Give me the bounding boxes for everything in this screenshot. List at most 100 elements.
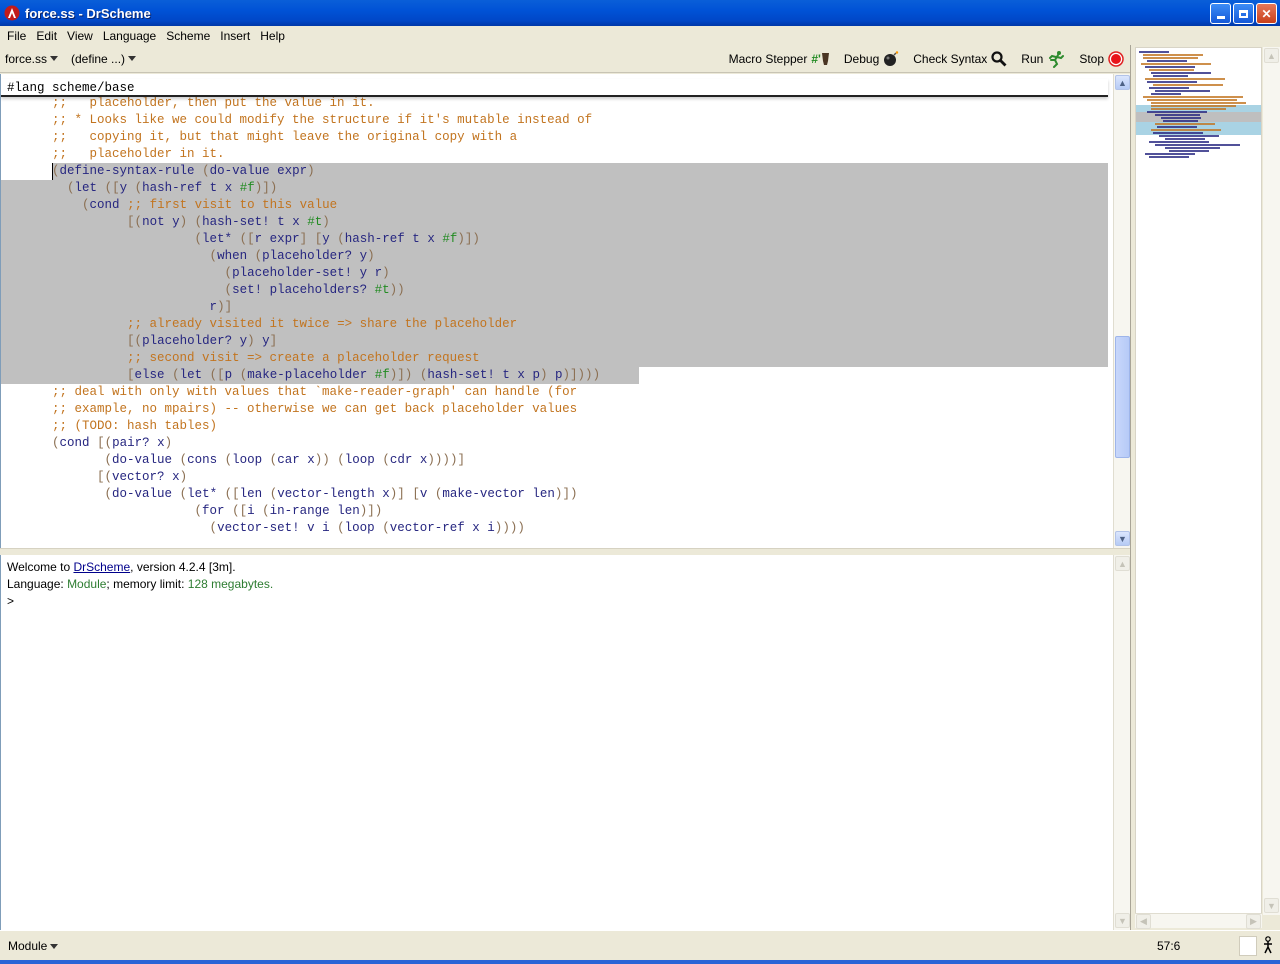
code-line[interactable]: ;; placeholder in it. [1,146,1108,163]
menu-file[interactable]: File [2,29,31,43]
file-dropdown-label: force.ss [5,51,48,66]
menu-language[interactable]: Language [98,29,161,43]
minimap-line [1151,102,1246,104]
define-dropdown-label: (define ...) [71,51,126,66]
define-dropdown[interactable]: (define ...) [66,52,144,66]
repl-vertical-scrollbar[interactable]: ▲ ▼ [1113,555,1130,930]
macro-stepper-label: Macro Stepper [728,52,808,66]
minimap-scroll-down-button[interactable]: ▼ [1264,898,1279,913]
code-line[interactable]: ;; * Looks like we could modify the stru… [1,112,1108,129]
restore-icon [1239,9,1248,18]
file-dropdown[interactable]: force.ss [0,52,66,66]
running-status-icon [1264,936,1272,954]
interactions-pane[interactable]: Welcome to DrScheme, version 4.2.4 [3m].… [0,555,1113,930]
check-syntax-button[interactable]: Check Syntax [913,51,1007,67]
chevron-up-icon: ▲ [1118,558,1127,569]
macro-stepper-button[interactable]: Macro Stepper #' [729,52,830,66]
close-button[interactable]: ✕ [1256,3,1277,24]
minimap-line [1161,117,1201,119]
minimize-button[interactable] [1210,3,1231,24]
pane-splitter[interactable] [0,548,1130,555]
minimap-vertical-scrollbar[interactable]: ▲ ▼ [1263,47,1280,915]
minimap-scroll-right-button[interactable]: ▶ [1246,914,1261,929]
code-line[interactable]: ;; (TODO: hash tables) [1,418,1108,435]
code-line[interactable]: (set! placeholders? #t)) [1,282,1108,299]
code-line[interactable]: [(vector? x) [1,469,1108,486]
minimap-line [1143,54,1203,56]
chevron-down-icon [50,943,59,949]
scroll-up-button[interactable]: ▲ [1115,75,1130,90]
contour-minimap[interactable]: ▲ ▼ ◀ ▶ [1130,45,1280,930]
code-line[interactable]: ;; second visit => create a placeholder … [1,350,1108,367]
minimap-line [1165,138,1205,140]
running-man-icon [1049,51,1065,68]
welcome-line: Welcome to DrScheme, version 4.2.4 [3m]. [7,559,1107,576]
repl-scroll-down-button[interactable]: ▼ [1115,913,1130,928]
taskbar-edge [0,960,1280,964]
minimap-line [1145,153,1195,155]
minimap-line [1141,63,1211,65]
code-line[interactable]: (let ([y (hash-ref t x #f)]) [1,180,1108,197]
minimap-line [1145,66,1195,68]
minimap-line [1143,57,1198,59]
minimap-scroll-up-button[interactable]: ▲ [1264,48,1279,63]
code-line[interactable]: [else (let ([p (make-placeholder #f)]) (… [1,367,639,384]
restore-button[interactable] [1233,3,1254,24]
code-line[interactable]: (vector-set! v i (loop (vector-ref x i))… [1,520,1108,537]
menu-edit[interactable]: Edit [31,29,62,43]
lang-line[interactable]: #lang scheme/base [1,79,1108,97]
drscheme-link[interactable]: DrScheme [73,560,130,574]
minimap-line [1157,126,1197,128]
chevron-down-icon: ▼ [1118,915,1127,926]
code-line[interactable]: (when (placeholder? y) [1,248,1108,265]
minimap-line [1151,129,1221,131]
minimap-line [1151,93,1181,95]
minimap-line [1149,87,1189,89]
code-line[interactable]: (cond [(pair? x) [1,435,1108,452]
minimap-horizontal-scrollbar[interactable]: ◀ ▶ [1135,913,1262,929]
definitions-editor[interactable]: #lang scheme/base ;; placeholder, then p… [0,74,1113,548]
code-area[interactable]: ;; placeholder, then put the value in it… [1,95,1108,537]
code-line[interactable]: (do-value (cons (loop (car x)) (loop (cd… [1,452,1108,469]
code-line[interactable]: ;; placeholder, then put the value in it… [1,95,1108,112]
language-selector[interactable]: Module [8,939,59,953]
minimap-line [1147,60,1187,62]
scroll-thumb[interactable] [1115,336,1130,458]
code-line[interactable]: (cond ;; first visit to this value [1,197,1108,214]
minimap-scroll-left-button[interactable]: ◀ [1136,914,1151,929]
menu-insert[interactable]: Insert [215,29,255,43]
repl-scroll-up-button[interactable]: ▲ [1115,556,1130,571]
code-line[interactable]: [(not y) (hash-set! t x #t) [1,214,1108,231]
minimap-line [1169,150,1209,152]
scroll-down-button[interactable]: ▼ [1115,531,1130,546]
code-line[interactable]: r)] [1,299,1108,316]
minimap-line [1153,132,1203,134]
code-line[interactable]: ;; copying it, but that might leave the … [1,129,1108,146]
menu-view[interactable]: View [62,29,98,43]
menu-help[interactable]: Help [255,29,290,43]
stop-button[interactable]: Stop [1079,51,1124,67]
code-line[interactable]: (let* ([r expr] [y (hash-ref t x #f)]) [1,231,1108,248]
text-cursor [52,163,53,180]
minimap-line [1145,78,1225,80]
code-line[interactable]: ;; deal with only with values that `make… [1,384,1108,401]
code-line[interactable]: [(placeholder? y) y] [1,333,1108,350]
debug-button[interactable]: Debug [844,51,899,67]
repl-prompt[interactable]: > [7,593,1107,610]
code-line[interactable]: (define-syntax-rule (do-value expr) [1,163,1108,180]
chevron-down-icon: ▼ [1267,900,1276,911]
run-label: Run [1021,52,1044,66]
macro-stepper-icon: #' [811,52,830,66]
code-line[interactable]: ;; already visited it twice => share the… [1,316,1108,333]
code-line[interactable]: (placeholder-set! y r) [1,265,1108,282]
code-line[interactable]: ;; example, no mpairs) -- otherwise we c… [1,401,1108,418]
minimap-line [1163,120,1198,122]
language-line: Language: Module; memory limit: 128 mega… [7,576,1107,593]
editor-vertical-scrollbar[interactable]: ▲ ▼ [1113,74,1130,548]
minimap-canvas[interactable] [1135,47,1262,915]
minimap-line [1153,75,1188,77]
menu-scheme[interactable]: Scheme [161,29,215,43]
code-line[interactable]: (do-value (let* ([len (vector-length x)]… [1,486,1108,503]
code-line[interactable]: (for ([i (in-range len)]) [1,503,1108,520]
run-button[interactable]: Run [1021,50,1065,68]
